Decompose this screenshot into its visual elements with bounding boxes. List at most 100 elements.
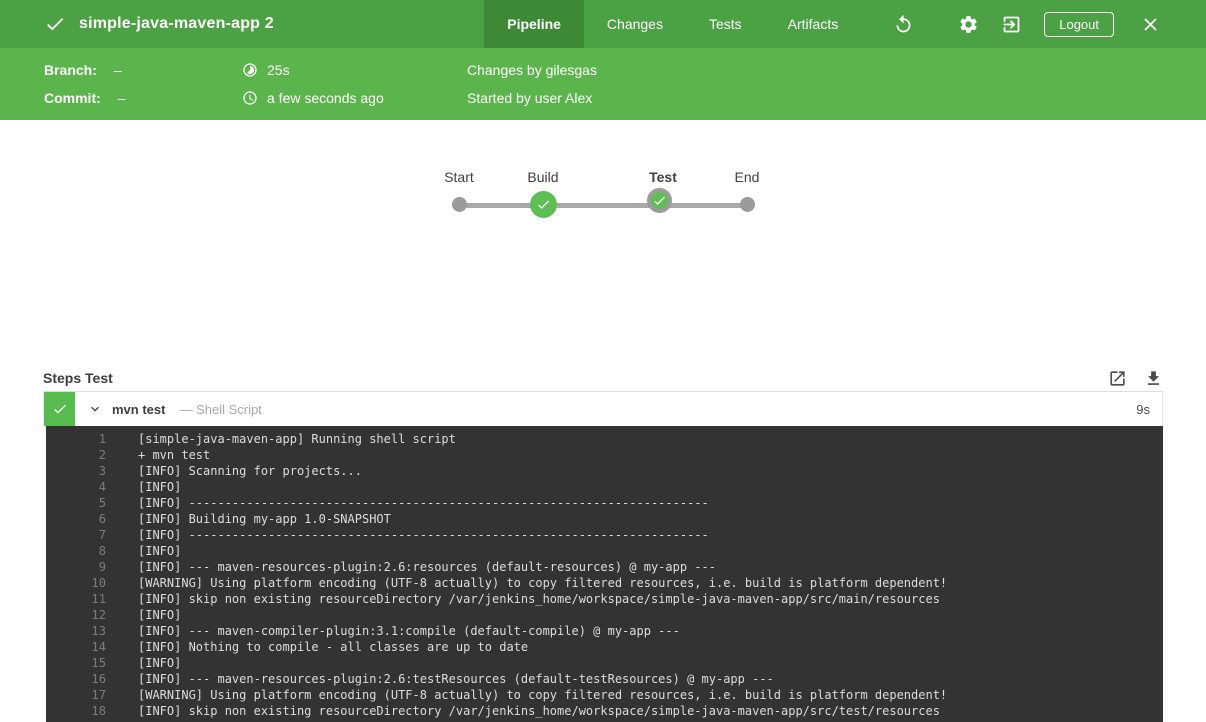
console-line-number[interactable]: 16	[46, 671, 106, 687]
console-line-number[interactable]: 3	[46, 463, 106, 479]
console-line: 10 [WARNING] Using platform encoding (UT…	[46, 575, 1163, 591]
download-log-icon[interactable]	[1144, 369, 1163, 388]
console-line-number[interactable]: 13	[46, 623, 106, 639]
console-line: 4 [INFO]	[46, 479, 1163, 495]
console-line-number[interactable]: 6	[46, 511, 106, 527]
console-line-number[interactable]: 2	[46, 447, 106, 463]
console-line-text: [INFO] ---------------------------------…	[106, 495, 709, 511]
pipeline-connector	[459, 203, 747, 208]
duration-icon	[242, 62, 258, 78]
console-line: 8 [INFO]	[46, 543, 1163, 559]
console-line-number[interactable]: 12	[46, 607, 106, 623]
clock-icon	[242, 90, 258, 106]
logout-button[interactable]: Logout	[1044, 12, 1114, 37]
topbar-actions: Logout	[861, 0, 1206, 48]
console-line: 3 [INFO] Scanning for projects...	[46, 463, 1163, 479]
step-row[interactable]: mvn test — Shell Script 9s	[43, 392, 1163, 426]
run-time-ago: a few seconds ago	[267, 90, 384, 106]
console-line-number[interactable]: 15	[46, 655, 106, 671]
run-info-scm: Branch: – Commit: –	[0, 48, 242, 120]
console-line: 17 [WARNING] Using platform encoding (UT…	[46, 687, 1163, 703]
console-line-text: [INFO] skip non existing resourceDirecto…	[106, 591, 940, 607]
check-icon	[536, 197, 551, 212]
console-line-text: [INFO] Nothing to compile - all classes …	[106, 639, 528, 655]
console-line-number[interactable]: 17	[46, 687, 106, 703]
pipeline-node-label-build: Build	[498, 169, 588, 185]
page-title: simple-java-maven-app 2	[79, 15, 274, 33]
tab-label: Pipeline	[507, 16, 561, 32]
check-icon	[652, 193, 667, 208]
branch-label: Branch:	[44, 62, 97, 78]
branch-value: –	[114, 62, 122, 78]
pipeline-node-test[interactable]	[647, 188, 672, 213]
console-line-number[interactable]: 5	[46, 495, 106, 511]
console-line-number[interactable]: 14	[46, 639, 106, 655]
top-bar: simple-java-maven-app 2 Pipeline Changes T…	[0, 0, 1206, 48]
console-line-text: [INFO] --- maven-resources-plugin:2.6:te…	[106, 671, 774, 687]
console-line-number[interactable]: 10	[46, 575, 106, 591]
run-header: simple-java-maven-app 2	[0, 0, 274, 48]
log-actions	[1108, 369, 1163, 388]
steps-section: Steps Test mvn test — Shell Script 9s 1 …	[43, 365, 1163, 722]
console-line: 7 [INFO] -------------------------------…	[46, 527, 1163, 543]
commit-value: –	[118, 90, 126, 106]
console-line-text: [WARNING] Using platform encoding (UTF-8…	[106, 687, 947, 703]
steps-heading: Steps Test	[43, 370, 113, 386]
console-line-text: [INFO] ---------------------------------…	[106, 527, 709, 543]
console-line: 14 [INFO] Nothing to compile - all class…	[46, 639, 1163, 655]
console-line-number[interactable]: 11	[46, 591, 106, 607]
tab-changes[interactable]: Changes	[584, 0, 686, 48]
tab-pipeline[interactable]: Pipeline	[484, 0, 584, 48]
console-line-number[interactable]: 18	[46, 703, 106, 719]
step-description: — Shell Script	[179, 402, 261, 417]
success-check-icon	[44, 392, 75, 426]
console-line-text: [INFO]	[106, 607, 181, 623]
console-line: 16 [INFO] --- maven-resources-plugin:2.6…	[46, 671, 1163, 687]
console-line-text: [INFO] --- maven-compiler-plugin:3.1:com…	[106, 623, 680, 639]
started-by-text: Started by user Alex	[467, 90, 592, 106]
pipeline-node-build[interactable]	[530, 191, 557, 218]
console-line: 11 [INFO] skip non existing resourceDire…	[46, 591, 1163, 607]
console-line-text: [INFO]	[106, 479, 181, 495]
console-line-number[interactable]: 9	[46, 559, 106, 575]
pipeline-node-label-end: End	[702, 169, 792, 185]
tab-tests[interactable]: Tests	[686, 0, 765, 48]
settings-icon[interactable]	[958, 14, 979, 35]
console-line: 9 [INFO] --- maven-resources-plugin:2.6:…	[46, 559, 1163, 575]
tab-label: Tests	[709, 16, 742, 32]
console-line-text: [INFO] Scanning for projects...	[106, 463, 362, 479]
console-line: 1 [simple-java-maven-app] Running shell …	[46, 431, 1163, 447]
run-info-bar: Branch: – Commit: – 25s a few seconds ag…	[0, 48, 1206, 120]
pipeline-graph: StartBuildTestEnd	[450, 166, 756, 226]
commit-label: Commit:	[44, 90, 101, 106]
pipeline-node-end[interactable]	[740, 197, 755, 212]
steps-header: Steps Test	[43, 365, 1163, 392]
console-line: 6 [INFO] Building my-app 1.0-SNAPSHOT	[46, 511, 1163, 527]
console-line-text: [INFO] --- maven-resources-plugin:2.6:re…	[106, 559, 716, 575]
pipeline-node-start[interactable]	[452, 197, 467, 212]
close-icon[interactable]	[1140, 14, 1161, 35]
console-line: 15 [INFO]	[46, 655, 1163, 671]
console-line: 13 [INFO] --- maven-compiler-plugin:3.1:…	[46, 623, 1163, 639]
pipeline-node-label-start: Start	[414, 169, 504, 185]
run-info-people: Changes by gilesgas Started by user Alex	[467, 48, 597, 120]
tab-label: Artifacts	[788, 16, 839, 32]
console-line: 5 [INFO] -------------------------------…	[46, 495, 1163, 511]
tab-artifacts[interactable]: Artifacts	[765, 0, 862, 48]
replay-icon[interactable]	[893, 14, 914, 35]
console-line: 18 [INFO] skip non existing resourceDire…	[46, 703, 1163, 719]
console-line-number[interactable]: 4	[46, 479, 106, 495]
exit-icon[interactable]	[1001, 14, 1022, 35]
console-line-number[interactable]: 8	[46, 543, 106, 559]
console-line-text: [INFO]	[106, 543, 181, 559]
step-name: mvn test	[112, 402, 165, 417]
chevron-down-icon[interactable]	[87, 401, 103, 417]
step-duration: 9s	[1136, 402, 1162, 417]
console-line-number[interactable]: 1	[46, 431, 106, 447]
console-line: 12 [INFO]	[46, 607, 1163, 623]
check-icon	[44, 13, 66, 35]
changes-by-text: Changes by gilesgas	[467, 62, 597, 78]
tab-bar: Pipeline Changes Tests Artifacts	[484, 0, 861, 48]
console-line-number[interactable]: 7	[46, 527, 106, 543]
open-log-icon[interactable]	[1108, 369, 1127, 388]
